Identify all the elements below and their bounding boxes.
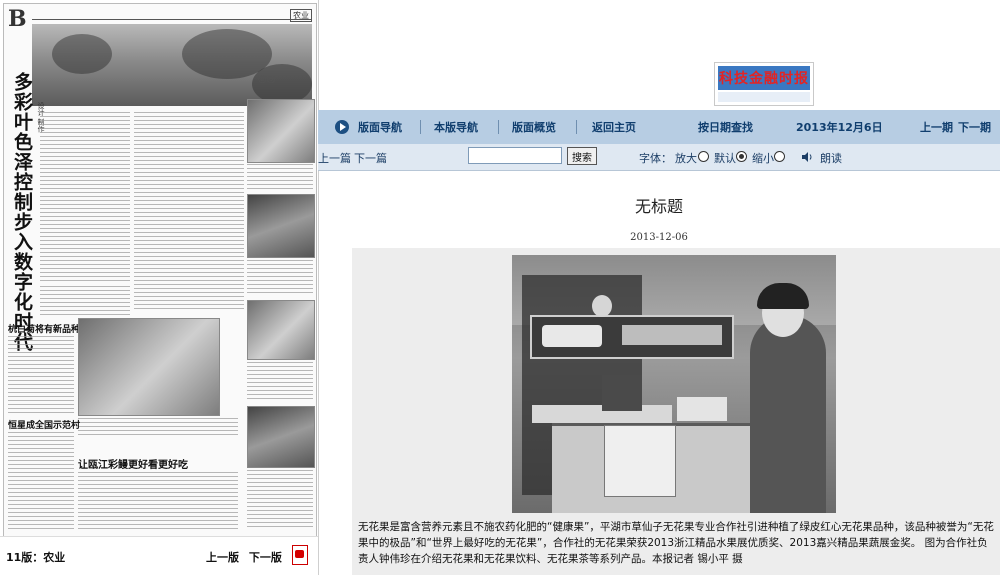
edition-label: 11版：农业 <box>6 551 66 564</box>
article-text-block[interactable] <box>8 336 74 416</box>
font-large-radio[interactable] <box>698 151 709 162</box>
article-photo[interactable] <box>512 255 836 513</box>
article-text-block[interactable] <box>247 260 313 296</box>
thumbnail-photo[interactable] <box>247 194 315 258</box>
logo-strip <box>718 92 810 102</box>
font-default-radio[interactable] <box>736 151 747 162</box>
photo-caption: 无花果是富含营养元素且不施农药化肥的“健康果”，平湖市草仙子无花果专业合作社引进… <box>358 521 994 565</box>
thumbnail-photo[interactable] <box>247 406 315 468</box>
page-section-tag: 农业 <box>290 9 312 22</box>
article-photo[interactable] <box>78 318 220 416</box>
font-large-label[interactable]: 放大 <box>675 150 697 166</box>
read-aloud-link[interactable]: 朗读 <box>820 150 842 166</box>
font-small-radio[interactable] <box>774 151 785 162</box>
article-content: 无花果是富含营养元素且不施农药化肥的“健康果”，平湖市草仙子无花果专业合作社引进… <box>352 248 1000 575</box>
nav-item-layout-nav[interactable]: 版面导航 <box>358 119 402 135</box>
article-text-block[interactable] <box>134 112 244 312</box>
article-text-block[interactable] <box>247 164 313 190</box>
next-page-link[interactable]: 下一版 <box>249 551 282 564</box>
logo-text: 科技金融时报 <box>719 71 809 87</box>
banner-photo <box>32 24 312 106</box>
next-issue-link[interactable]: 下一期 <box>958 119 991 135</box>
nav-item-home[interactable]: 返回主页 <box>592 119 636 135</box>
prev-page-link[interactable]: 上一版 <box>206 551 239 564</box>
thumbnail-photo[interactable] <box>247 300 315 360</box>
page-footer: 11版：农业 上一版 下一版 <box>0 536 318 575</box>
toolbar: 上一篇 下一篇 搜索 字体： 放大 默认 缩小 朗读 <box>318 144 1000 171</box>
page-letter: B <box>8 6 27 32</box>
newspaper-page-image[interactable]: B 农业 多彩叶色泽控制步入数字化时代 设计 制作 ◎◎ 杭白菊将有新品种 恒星… <box>3 3 317 537</box>
next-article-link[interactable]: 下一篇 <box>354 150 387 166</box>
main-nav-bar: 版面导航 本版导航 版面概览 返回主页 按日期查找 2013年12月6日 上一期… <box>318 110 1000 144</box>
lead-headline: 多彩叶色泽控制步入数字化时代 <box>11 72 33 352</box>
article-text-block[interactable] <box>8 432 74 532</box>
prev-article-link[interactable]: 上一篇 <box>318 150 351 166</box>
font-small-label[interactable]: 缩小 <box>752 150 774 166</box>
column-logo-icon: ◎◎ <box>258 74 276 85</box>
nav-item-layout-overview[interactable]: 版面概览 <box>512 119 556 135</box>
search-button[interactable]: 搜索 <box>567 147 597 165</box>
section-headline[interactable]: 恒星成全国示范村 <box>8 418 80 431</box>
header-rule <box>32 19 312 20</box>
font-size-label: 字体： <box>639 152 672 165</box>
article-text-block[interactable] <box>247 470 313 530</box>
site-logo[interactable]: 科技金融时报 <box>714 62 814 106</box>
article-site: 科技金融时报 版面导航 本版导航 版面概览 返回主页 按日期查找 2013年12… <box>318 0 1000 575</box>
article-text-block[interactable] <box>247 362 313 402</box>
nav-item-page-nav[interactable]: 本版导航 <box>434 119 478 135</box>
article-text-block[interactable] <box>78 472 238 532</box>
search-input[interactable] <box>468 147 562 164</box>
nav-divider <box>420 120 421 134</box>
article-text-block[interactable] <box>78 418 238 438</box>
newspaper-page: B 农业 多彩叶色泽控制步入数字化时代 设计 制作 ◎◎ 杭白菊将有新品种 恒星… <box>0 0 319 575</box>
font-default-label[interactable]: 默认 <box>714 150 736 166</box>
date-search-link[interactable]: 按日期查找 <box>698 119 753 135</box>
nav-divider <box>498 120 499 134</box>
prev-issue-link[interactable]: 上一期 <box>920 119 953 135</box>
current-issue-date: 2013年12月6日 <box>796 121 883 134</box>
pdf-icon[interactable] <box>292 545 308 565</box>
article-title: 无标题 <box>634 197 683 216</box>
thumbnail-photo[interactable] <box>247 99 315 163</box>
section-headline[interactable]: 杭白菊将有新品种 <box>8 322 80 335</box>
article-text-block[interactable] <box>40 286 130 316</box>
article-text-block[interactable] <box>40 112 130 282</box>
nav-arrow-icon <box>335 120 349 134</box>
page-nav: 上一版 下一版 <box>206 549 288 565</box>
speaker-icon[interactable] <box>801 151 813 163</box>
nav-divider <box>576 120 577 134</box>
article-date: 2013-12-06 <box>630 232 688 243</box>
section-headline[interactable]: 让瓯江彩鳗更好看更好吃 <box>78 456 188 471</box>
